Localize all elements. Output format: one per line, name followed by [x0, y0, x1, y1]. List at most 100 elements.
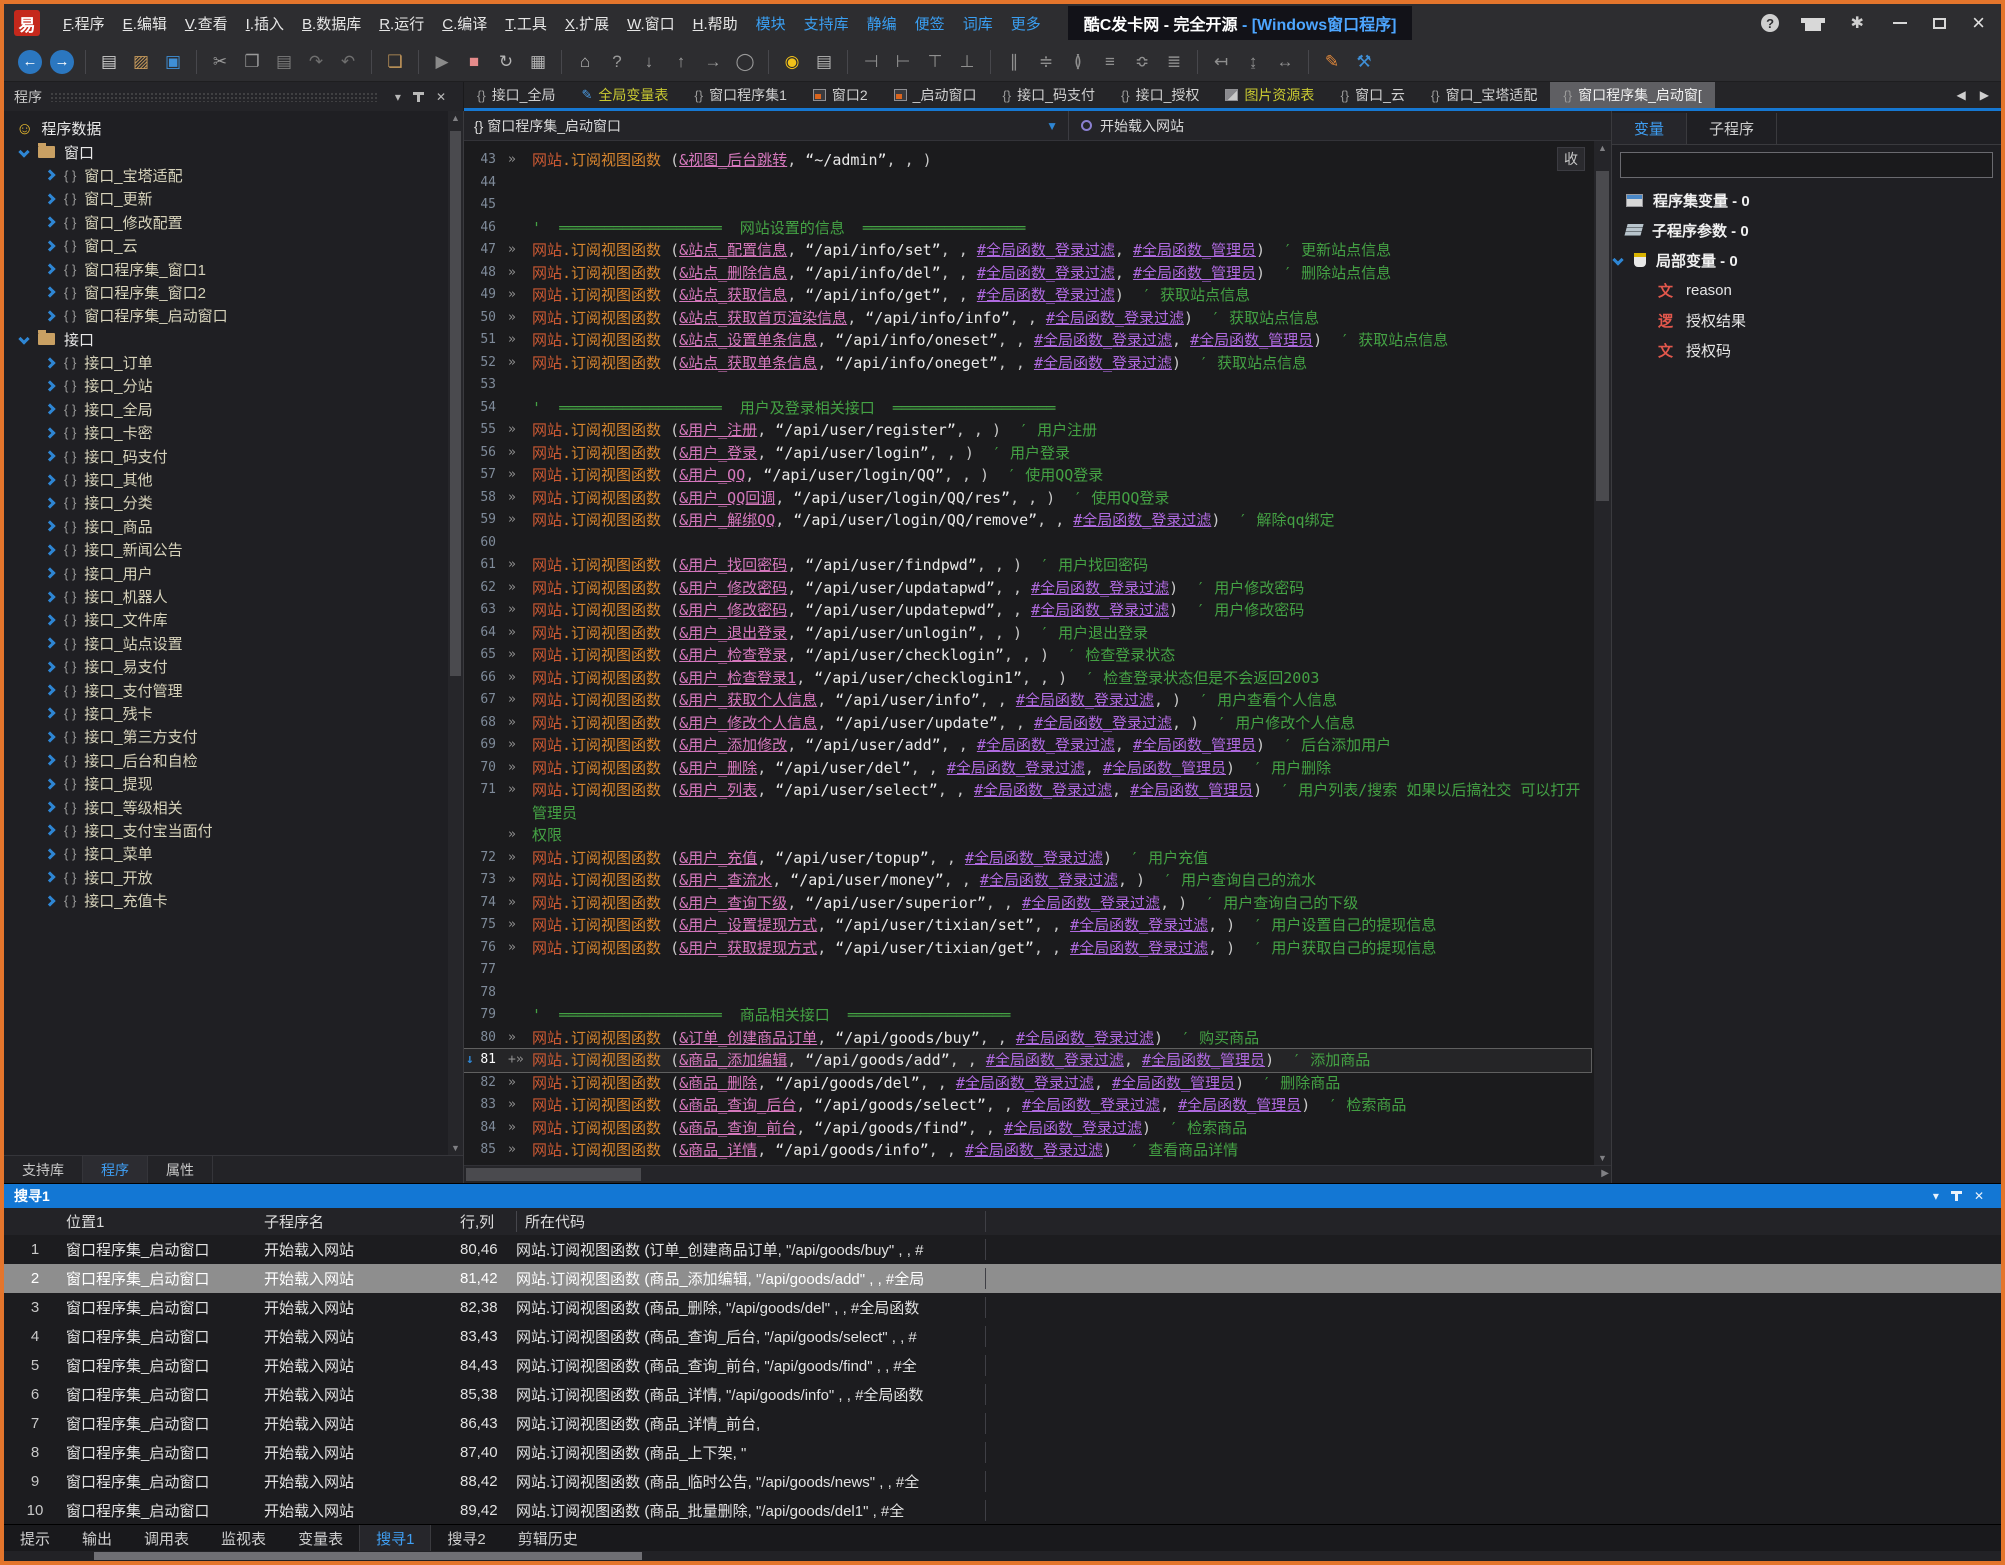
- code-line-47[interactable]: 47»网站.订阅视图函数 (&站点_配置信息, “/api/info/set”,…: [464, 239, 1591, 262]
- code-line-66[interactable]: 66»网站.订阅视图函数 (&用户_检查登录1, “/api/user/chec…: [464, 667, 1591, 690]
- chevron-right-icon[interactable]: [44, 357, 55, 368]
- chevron-right-icon[interactable]: [44, 263, 55, 274]
- tree-scroll-down-icon[interactable]: ▼: [448, 1143, 463, 1153]
- tab-图片资源表[interactable]: 图片资源表: [1212, 82, 1327, 108]
- sidebar-tab-属性[interactable]: 属性: [148, 1156, 213, 1183]
- chevron-down-icon[interactable]: [18, 334, 29, 345]
- collapse-button[interactable]: 收: [1557, 147, 1585, 171]
- tree-item-接口_易支付[interactable]: { }接口_易支付: [4, 655, 463, 678]
- sidebar-tab-支持库[interactable]: 支持库: [4, 1156, 83, 1183]
- status-tab-变量表[interactable]: 变量表: [282, 1525, 359, 1551]
- chevron-right-icon[interactable]: [44, 591, 55, 602]
- code-line-59[interactable]: 59»网站.订阅视图函数 (&用户_解绑QQ, “/api/user/login…: [464, 509, 1591, 532]
- code-line-69[interactable]: 69»网站.订阅视图函数 (&用户_添加修改, “/api/user/add”,…: [464, 734, 1591, 757]
- code-line-54[interactable]: 54' ══════════════════ 用户及登录相关接口 ═══════…: [464, 397, 1591, 420]
- static-compile-icon[interactable]: ▦: [523, 48, 553, 76]
- tab-_启动窗口[interactable]: _启动窗口: [881, 82, 990, 108]
- panel-tab-子程序[interactable]: 子程序: [1687, 113, 1777, 144]
- code-line-83[interactable]: 83»网站.订阅视图函数 (&商品_查询_后台, “/api/goods/sel…: [464, 1094, 1591, 1117]
- menu-X.扩展[interactable]: X.扩展: [565, 13, 609, 34]
- tree-item-接口_等级相关[interactable]: { }接口_等级相关: [4, 795, 463, 818]
- local-variable-reason[interactable]: 文reason: [1612, 275, 2001, 305]
- restart-icon[interactable]: ↻: [491, 48, 521, 76]
- code-line-79[interactable]: 79' ══════════════════ 商品相关接口 ══════════…: [464, 1004, 1591, 1027]
- chevron-right-icon[interactable]: [44, 310, 55, 321]
- status-tab-输出[interactable]: 输出: [66, 1525, 128, 1551]
- code-line-50[interactable]: 50»网站.订阅视图函数 (&站点_获取首页渲染信息, “/api/info/i…: [464, 307, 1591, 330]
- tree-group-接口[interactable]: 接口: [4, 328, 463, 351]
- editor-scroll-right-icon[interactable]: ▶: [1601, 1168, 1609, 1179]
- code-line-65[interactable]: 65»网站.订阅视图函数 (&用户_检查登录, “/api/user/check…: [464, 644, 1591, 667]
- menu-支持库[interactable]: 支持库: [804, 13, 849, 34]
- chevron-right-icon[interactable]: [44, 848, 55, 859]
- tab-scroll-right-icon[interactable]: ▶: [1980, 88, 1989, 102]
- chevron-right-icon[interactable]: [44, 217, 55, 228]
- code-line-44[interactable]: 44: [464, 172, 1591, 195]
- tree-item-接口_残卡[interactable]: { }接口_残卡: [4, 702, 463, 725]
- sidebar-dropdown-icon[interactable]: ▾: [395, 90, 401, 104]
- search-result-row-10[interactable]: 10窗口程序集_启动窗口开始载入网站89,42网站.订阅视图函数 (商品_批量删…: [4, 1496, 2001, 1524]
- chevron-right-icon[interactable]: [44, 193, 55, 204]
- tree-item-接口_分站[interactable]: { }接口_分站: [4, 374, 463, 397]
- tab-窗口2[interactable]: 窗口2: [800, 82, 881, 108]
- code-line-45[interactable]: 45: [464, 194, 1591, 217]
- tab-窗口_云[interactable]: {}窗口_云: [1327, 82, 1417, 108]
- chevron-right-icon[interactable]: [44, 731, 55, 742]
- menu-更多[interactable]: 更多: [1011, 13, 1041, 34]
- method-dropdown[interactable]: 开始载入网站: [1069, 116, 1611, 136]
- tab-全局变量表[interactable]: ✎全局变量表: [568, 82, 681, 108]
- maximize-icon[interactable]: [1933, 18, 1946, 29]
- code-line-43[interactable]: 43»网站.订阅视图函数 (&视图_后台跳转, “~/admin”, , ): [464, 149, 1591, 172]
- align-right-icon[interactable]: ⊢: [888, 48, 918, 76]
- editor-vertical-scrollbar[interactable]: ▲ ▼: [1594, 141, 1611, 1165]
- chevron-right-icon[interactable]: [44, 614, 55, 625]
- editor-vscroll-thumb[interactable]: [1596, 171, 1609, 501]
- code-line-76[interactable]: 76»网站.订阅视图函数 (&用户_获取提现方式, “/api/user/tix…: [464, 937, 1591, 960]
- tree-item-接口_文件库[interactable]: { }接口_文件库: [4, 608, 463, 631]
- chevron-right-icon[interactable]: [44, 708, 55, 719]
- space-horizontal-icon[interactable]: ∥: [999, 48, 1029, 76]
- theme-shirt-icon[interactable]: [1805, 18, 1821, 31]
- run-to-cursor-icon[interactable]: →: [698, 48, 728, 76]
- tree-item-接口_提现[interactable]: { }接口_提现: [4, 772, 463, 795]
- menu-R.运行[interactable]: R.运行: [379, 13, 424, 34]
- chevron-right-icon[interactable]: [44, 474, 55, 485]
- code-line-53[interactable]: 53: [464, 374, 1591, 397]
- tree-item-接口_站点设置[interactable]: { }接口_站点设置: [4, 632, 463, 655]
- code-line-67[interactable]: 67»网站.订阅视图函数 (&用户_获取个人信息, “/api/user/inf…: [464, 689, 1591, 712]
- tree-scroll-up-icon[interactable]: ▲: [448, 113, 463, 123]
- open-file-icon[interactable]: ▨: [126, 48, 156, 76]
- col-所在代码[interactable]: 所在代码: [516, 1211, 986, 1232]
- cut-icon[interactable]: ✂: [205, 48, 235, 76]
- variables-group-子程序参数 - 0[interactable]: 子程序参数 - 0: [1612, 215, 2001, 245]
- col-位置1[interactable]: 位置1: [66, 1211, 264, 1232]
- home-icon[interactable]: ⌂: [570, 48, 600, 76]
- space-vertical-icon[interactable]: ≬: [1063, 48, 1093, 76]
- code-line-85[interactable]: 85»网站.订阅视图函数 (&商品_详情, “/api/goods/info”,…: [464, 1139, 1591, 1162]
- search-result-row-5[interactable]: 5窗口程序集_启动窗口开始载入网站84,43网站.订阅视图函数 (商品_查询_前…: [4, 1351, 2001, 1380]
- search-result-row-7[interactable]: 7窗口程序集_启动窗口开始载入网站86,43网站.订阅视图函数 (商品_详情_前…: [4, 1409, 2001, 1438]
- code-line-70[interactable]: 70»网站.订阅视图函数 (&用户_删除, “/api/user/del”, ,…: [464, 757, 1591, 780]
- code-line-61[interactable]: 61»网站.订阅视图函数 (&用户_找回密码, “/api/user/findp…: [464, 554, 1591, 577]
- chevron-right-icon[interactable]: [44, 287, 55, 298]
- search-result-row-8[interactable]: 8窗口程序集_启动窗口开始载入网站87,40网站.订阅视图函数 (商品_上下架,…: [4, 1438, 2001, 1467]
- code-line-73[interactable]: 73»网站.订阅视图函数 (&用户_查流水, “/api/user/money”…: [464, 869, 1591, 892]
- chevron-right-icon[interactable]: [44, 895, 55, 906]
- find-in-files-icon[interactable]: ❏: [380, 48, 410, 76]
- menu-静编[interactable]: 静编: [867, 13, 897, 34]
- paste-icon[interactable]: ▤: [269, 48, 299, 76]
- tree-item-窗口_宝塔适配[interactable]: { }窗口_宝塔适配: [4, 164, 463, 187]
- tree-item-接口_支付管理[interactable]: { }接口_支付管理: [4, 678, 463, 701]
- tree-group-窗口[interactable]: 窗口: [4, 140, 463, 163]
- code-line-81[interactable]: 81+»网站.订阅视图函数 (&商品_添加编辑, “/api/goods/add…: [464, 1049, 1591, 1072]
- sidebar-close-icon[interactable]: ✕: [436, 90, 446, 104]
- code-line-71-wrap[interactable]: »权限: [464, 824, 1591, 847]
- chevron-right-icon[interactable]: [44, 404, 55, 415]
- sidebar-pin-icon[interactable]: [417, 92, 420, 102]
- chevron-right-icon[interactable]: [44, 755, 55, 766]
- local-variable-授权结果[interactable]: 逻授权结果: [1612, 305, 2001, 335]
- col-行,列[interactable]: 行,列: [460, 1211, 516, 1232]
- code-line-57[interactable]: 57»网站.订阅视图函数 (&用户_QQ, “/api/user/login/Q…: [464, 464, 1591, 487]
- code-line-72[interactable]: 72»网站.订阅视图函数 (&用户_充值, “/api/user/topup”,…: [464, 847, 1591, 870]
- menu-E.编辑[interactable]: E.编辑: [123, 13, 167, 34]
